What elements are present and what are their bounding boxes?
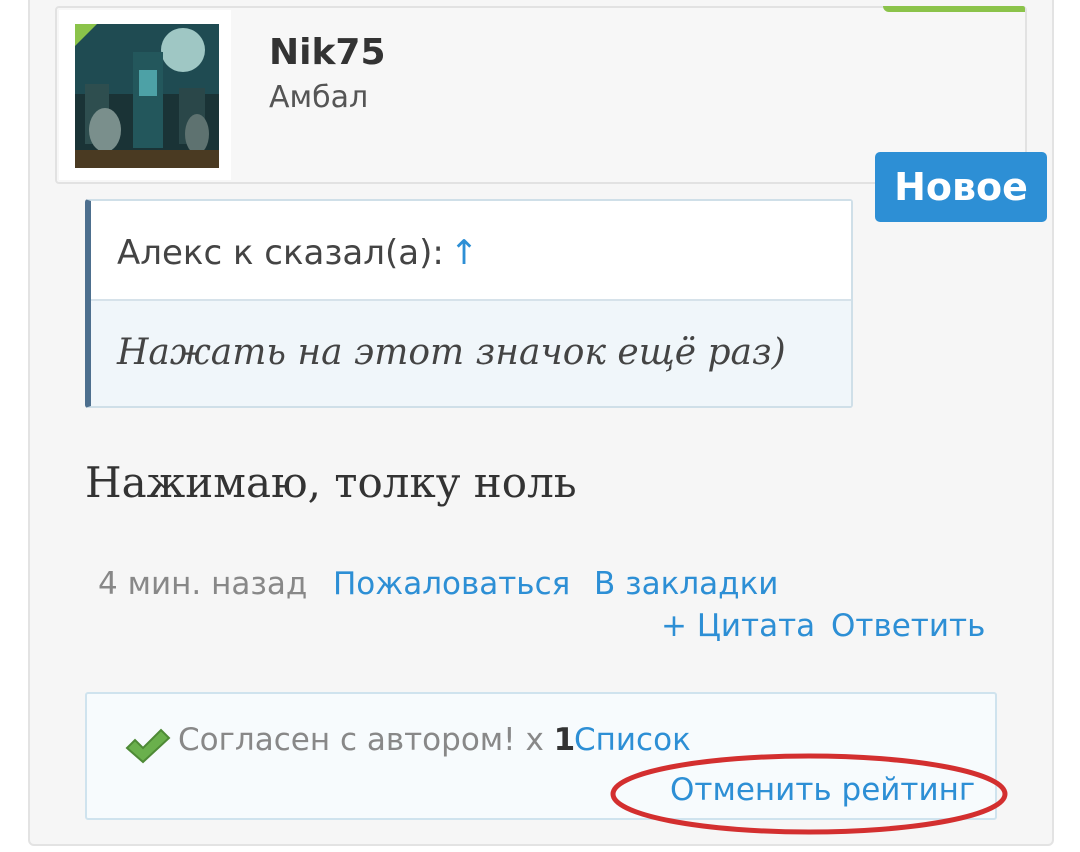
- report-link[interactable]: Пожаловаться: [333, 566, 570, 602]
- post-message: Нажимаю, толку ноль: [85, 458, 577, 507]
- online-indicator-bar: [883, 6, 1025, 12]
- user-title: Амбал: [269, 80, 369, 115]
- username[interactable]: Nik75: [269, 32, 386, 73]
- post-time: 4 мин. назад: [98, 566, 308, 602]
- avatar[interactable]: [75, 24, 219, 168]
- quote-link[interactable]: + Цитата: [661, 608, 815, 644]
- quote-header: Алекс к сказал(а): ↑: [91, 201, 851, 301]
- bookmark-link[interactable]: В закладки: [594, 566, 778, 602]
- arrow-up-icon[interactable]: ↑: [450, 233, 479, 273]
- reply-link[interactable]: Ответить: [831, 608, 985, 644]
- rating-label: Согласен с автором! x 1: [178, 722, 575, 758]
- quote-text: Нажать на этот значок ещё раз): [91, 301, 851, 406]
- red-annotation-ellipse: [610, 753, 1008, 835]
- rating-count: 1: [553, 722, 576, 758]
- check-icon: [125, 728, 171, 764]
- quote-block: Алекс к сказал(а): ↑ Нажать на этот значо…: [85, 199, 853, 408]
- quote-author: Алекс к сказал(а):: [117, 233, 444, 273]
- new-badge: Новое: [875, 152, 1047, 222]
- avatar-frame: [59, 10, 231, 180]
- rating-text: Согласен с автором! x: [178, 722, 544, 758]
